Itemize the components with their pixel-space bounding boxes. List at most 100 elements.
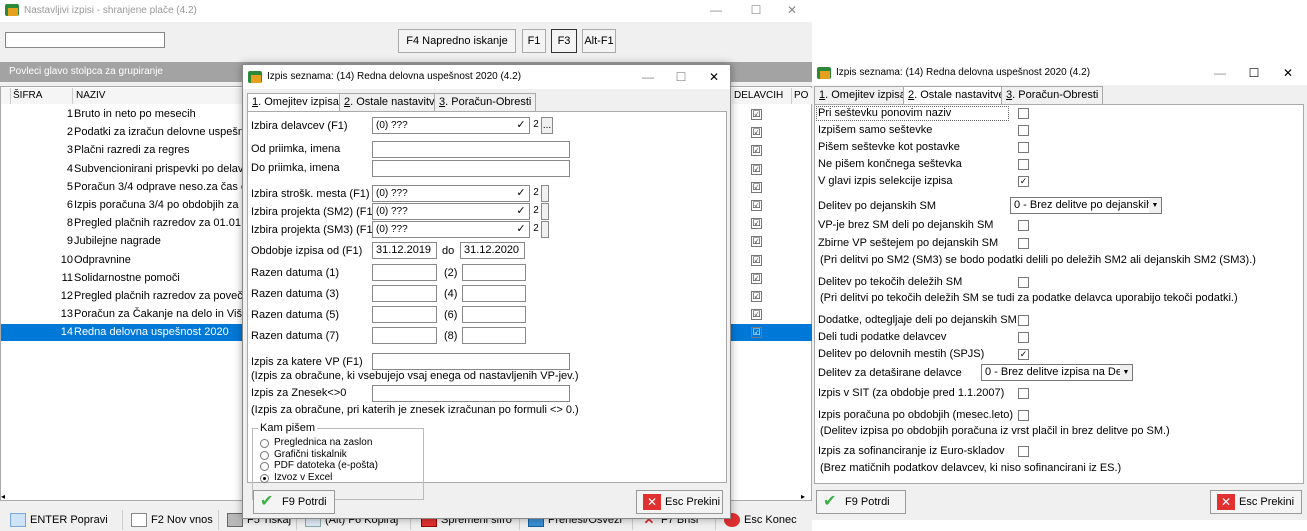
print-list-dialog: Izpis seznama: (14) Redna delovna uspešn… [242, 64, 731, 519]
cancel-button[interactable]: ✕ Esc Prekini [636, 490, 723, 514]
kam-pisem-radio[interactable] [260, 439, 269, 448]
minimize-icon[interactable]: — [1210, 66, 1230, 80]
column-header-delavcih[interactable]: DELAVCIH [732, 88, 792, 104]
row-delavcih-checkbox[interactable]: ☑ [751, 200, 762, 211]
f1-button[interactable]: F1 [522, 29, 546, 53]
projekt-sm2-dots-button[interactable] [541, 203, 549, 220]
strosk-mesta-2[interactable]: 2 [531, 185, 541, 202]
scroll-right-icon[interactable]: ▸ [801, 492, 811, 501]
tab-omejitev[interactable]: 1. Omejitev izpisa [247, 93, 344, 111]
row-delavcih-checkbox[interactable]: ☑ [751, 309, 762, 321]
row-sifra: 8 [66, 217, 73, 230]
tab-ostale[interactable]: 2. Ostale nastavitve [339, 93, 446, 111]
confirm-button[interactable]: ✔ F9 Potrdi [253, 490, 335, 514]
close-icon[interactable]: ✕ [704, 70, 724, 84]
razen-6-input[interactable] [462, 306, 526, 323]
option-checkbox[interactable] [1018, 125, 1029, 136]
delovnih-checkbox[interactable]: ✓ [1018, 349, 1029, 360]
izbira-delavcev-2[interactable]: 2 [531, 117, 541, 134]
strosk-mesta-dots-button[interactable] [541, 185, 549, 202]
row-delavcih-checkbox[interactable]: ☑ [751, 127, 762, 139]
obdobje-to-input[interactable]: 31.12.2020 [460, 242, 525, 259]
row-delavcih-checkbox[interactable]: ☑ [751, 254, 762, 266]
cancel-button[interactable]: ✕ Esc Prekini [1210, 490, 1302, 514]
maximize-icon[interactable]: ☐ [671, 70, 691, 84]
od-priimka-input[interactable] [372, 141, 570, 158]
izbira-delavcev-input[interactable]: (0) ??? [372, 117, 530, 134]
alt-f1-button[interactable]: Alt-F1 [582, 29, 616, 53]
maximize-icon[interactable]: ☐ [746, 3, 766, 17]
projekt-sm2-input[interactable]: (0) ??? [372, 203, 530, 220]
projekt-sm2-2[interactable]: 2 [531, 203, 541, 220]
maximize-icon[interactable]: ☐ [1244, 66, 1264, 80]
row-delavcih-checkbox[interactable]: ☑ [751, 291, 762, 302]
razen-4-input[interactable] [462, 285, 526, 302]
razen-6-label: (6) [444, 309, 458, 321]
katere-vp-input[interactable] [372, 353, 570, 370]
search-input[interactable] [5, 32, 165, 48]
detasirane-select[interactable]: 0 - Brez delitve izpisa na Delo-Ti ▼ [981, 364, 1133, 381]
f3-button[interactable]: F3 [551, 29, 577, 53]
row-delavcih-checkbox[interactable]: ☑ [751, 181, 762, 193]
dodatke-checkbox[interactable] [1018, 315, 1029, 326]
projekt-sm3-check-icon[interactable]: ✓ [514, 222, 528, 237]
sit-checkbox[interactable] [1018, 388, 1029, 399]
obdobje-from-input[interactable]: 31.12.2019 [372, 242, 437, 259]
projekt-sm3-input[interactable]: (0) ??? [372, 221, 530, 238]
razen-3-input[interactable] [372, 285, 437, 302]
razen-5-input[interactable] [372, 306, 437, 323]
option-label: Izpišem samo seštevke [818, 124, 933, 136]
izbira-delavcev-dots-button[interactable]: ... [541, 117, 553, 134]
row-delavcih-checkbox[interactable]: ☑ [751, 109, 762, 120]
tab-omejitev[interactable]: 1. Omejitev izpisa [814, 86, 911, 104]
enter-edit-button[interactable]: ENTER Popravi [10, 510, 108, 530]
column-header-sifra[interactable]: ŠIFRA [11, 88, 73, 104]
kam-pisem-radio[interactable] [260, 462, 269, 471]
tab-poracun[interactable]: 3. Poračun-Obresti [434, 93, 537, 111]
razen-2-input[interactable] [462, 264, 526, 281]
row-delavcih-checkbox[interactable]: ☑ [751, 163, 762, 175]
column-header-po[interactable]: PO [792, 88, 813, 104]
minimize-icon[interactable]: — [638, 70, 658, 84]
kam-pisem-radio[interactable] [260, 450, 269, 460]
row-delavcih-checkbox[interactable]: ☑ [751, 272, 762, 284]
tab-ostale[interactable]: 2. Ostale nastavitve [903, 86, 1010, 104]
option-checkbox[interactable]: ✓ [1018, 176, 1029, 187]
znesek-input[interactable] [372, 385, 570, 402]
option-checkbox[interactable] [1018, 142, 1029, 153]
row-delavcih-checkbox[interactable]: ☑ [751, 145, 762, 157]
advanced-search-button[interactable]: F4 Napredno iskanje [398, 29, 516, 53]
row-delavcih-checkbox[interactable]: ☑ [751, 236, 762, 248]
do-priimka-input[interactable] [372, 160, 570, 177]
strosk-mesta-check-icon[interactable]: ✓ [514, 186, 528, 201]
row-naziv: Poračun 3/4 odprave neso.za čas od [74, 180, 254, 193]
confirm-button[interactable]: ✔ F9 Potrdi [816, 490, 906, 514]
razen-7-input[interactable] [372, 327, 437, 344]
option-checkbox[interactable] [1018, 159, 1029, 170]
minimize-icon[interactable]: — [706, 3, 726, 17]
tab-poracun[interactable]: 3. Poračun-Obresti [1001, 86, 1104, 104]
projekt-sm2-check-icon[interactable]: ✓ [514, 204, 528, 219]
obdobjih-checkbox[interactable] [1018, 410, 1029, 421]
razen-1-input[interactable] [372, 264, 437, 281]
zbirne-checkbox[interactable] [1018, 238, 1029, 249]
izbira-delavcev-check-icon[interactable]: ✓ [514, 118, 528, 133]
column-header-naziv[interactable]: NAZIV [73, 88, 245, 104]
projekt-sm3-2[interactable]: 2 [531, 221, 541, 238]
tekocih-checkbox[interactable] [1018, 277, 1029, 288]
close-icon[interactable]: ✕ [782, 3, 802, 17]
projekt-sm3-dots-button[interactable] [541, 221, 549, 238]
kam-pisem-radio[interactable] [260, 473, 269, 483]
close-icon[interactable]: ✕ [1278, 66, 1298, 80]
scroll-left-icon[interactable]: ◂ [1, 492, 11, 501]
row-delavcih-checkbox[interactable]: ☑ [751, 327, 762, 339]
strosk-mesta-input[interactable]: (0) ??? [372, 185, 530, 202]
vp-brez-checkbox[interactable] [1018, 220, 1029, 231]
euro-checkbox[interactable] [1018, 446, 1029, 457]
deli-tudi-checkbox[interactable] [1018, 332, 1029, 343]
razen-8-input[interactable] [462, 327, 526, 344]
delitev-sm-select[interactable]: 0 - Brez delitve po dejanskih SM ▼ [1010, 197, 1162, 214]
row-delavcih-checkbox[interactable]: ☑ [751, 218, 762, 230]
option-checkbox[interactable] [1018, 108, 1029, 119]
new-entry-button[interactable]: F2 Nov vnos [122, 510, 213, 530]
